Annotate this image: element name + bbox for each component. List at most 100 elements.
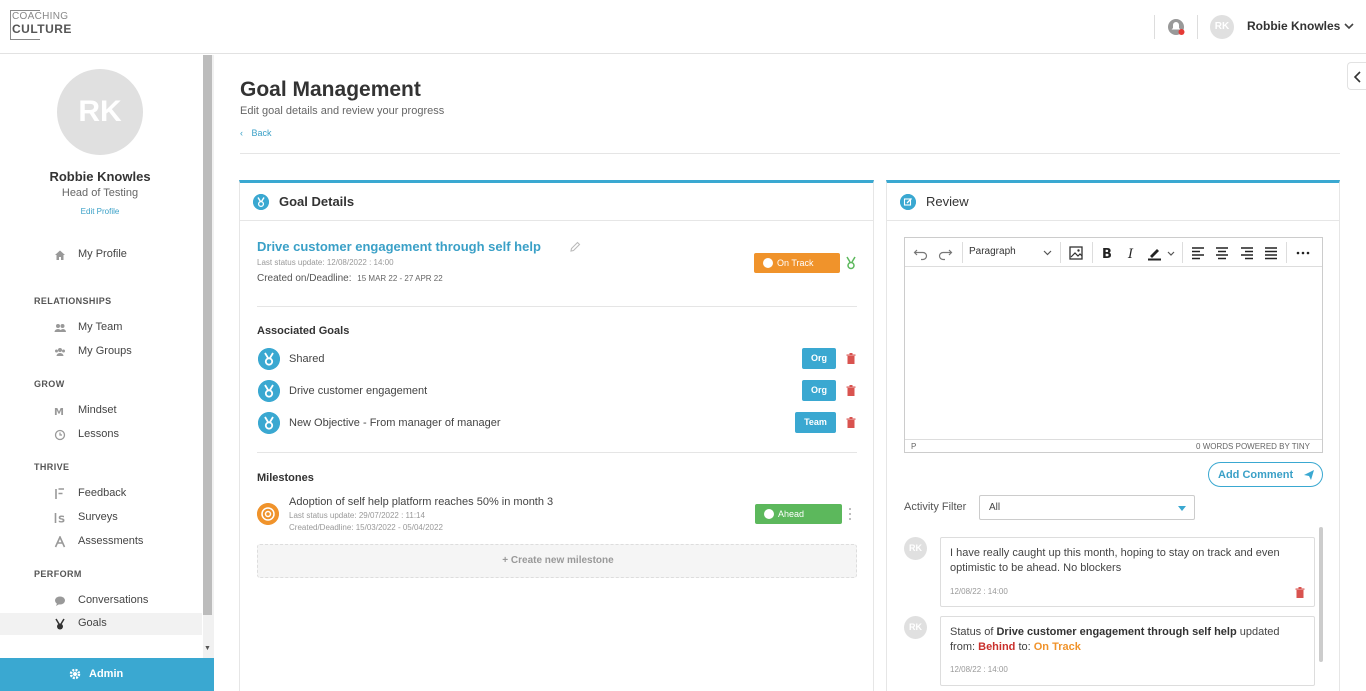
goal-created: Created on/Deadline: 15 MAR 22 - 27 APR … <box>257 273 443 284</box>
trash-icon[interactable] <box>846 353 856 364</box>
sidebar-item-lessons[interactable]: Lessons <box>0 424 202 446</box>
divider <box>257 306 857 307</box>
chevron-down-icon[interactable] <box>1343 20 1355 32</box>
associated-goal-name: Shared <box>289 353 325 365</box>
notification-bell-icon[interactable] <box>1166 17 1186 37</box>
medal-icon[interactable] <box>845 256 857 270</box>
highlight-icon[interactable] <box>1147 245 1163 261</box>
sidebar-item-label: Goals <box>78 617 107 629</box>
goal-title[interactable]: Drive customer engagement through self h… <box>257 239 541 254</box>
profile-role: Head of Testing <box>61 187 139 199</box>
created-value: 15 MAR 22 - 27 APR 22 <box>357 274 443 283</box>
goal-last-update: Last status update: 12/08/2022 : 14:00 <box>257 258 394 267</box>
align-right-icon[interactable] <box>1239 245 1255 261</box>
align-center-icon[interactable] <box>1214 245 1230 261</box>
user-avatar[interactable]: RK <box>1210 15 1234 39</box>
top-bar: COACHING CULTURE RK Robbie Knowles <box>0 0 1366 54</box>
undo-icon[interactable] <box>913 245 929 261</box>
sidebar-item-label: My Profile <box>78 248 127 260</box>
bold-icon[interactable]: B <box>1099 245 1115 261</box>
milestone-status-button[interactable]: Ahead <box>755 504 842 524</box>
associated-goal-row[interactable]: New Objective - From manager of manager … <box>257 412 857 436</box>
sidebar-item-goals[interactable]: Goals <box>0 613 202 635</box>
trash-icon[interactable] <box>846 417 856 428</box>
scroll-down-icon[interactable]: ▼ <box>204 645 211 652</box>
rich-text-editor[interactable]: Paragraph B I P 0 WORDS POWERED BY TINY <box>904 237 1323 453</box>
goal-type-badge: Team <box>795 412 836 433</box>
divider <box>1060 242 1061 263</box>
sidebar-item-mindset[interactable]: M Mindset <box>0 400 202 422</box>
activity-text: Status of Drive customer engagement thro… <box>950 625 1305 655</box>
activity-filter-select[interactable]: All <box>979 495 1195 520</box>
editor-statusbar: P 0 WORDS POWERED BY TINY <box>905 439 1322 453</box>
add-comment-button[interactable]: Add Comment <box>1208 462 1323 487</box>
card-header: Review <box>887 183 1339 221</box>
activity-to-status: On Track <box>1033 641 1081 653</box>
sidebar-item-assessments[interactable]: Assessments <box>0 531 202 553</box>
associated-goal-name: New Objective - From manager of manager <box>289 417 501 429</box>
back-label: Back <box>251 128 272 138</box>
home-icon <box>55 250 65 260</box>
align-left-icon[interactable] <box>1190 245 1206 261</box>
goal-status-button[interactable]: On Track <box>754 253 840 273</box>
divider <box>240 153 1340 154</box>
comment-card: I have really caught up this month, hopi… <box>940 537 1315 607</box>
associated-goal-row[interactable]: Drive customer engagement Org <box>257 380 857 404</box>
editor-path: P <box>911 442 917 451</box>
sidebar-item-feedback[interactable]: Feedback <box>0 483 202 505</box>
divider <box>1154 15 1155 39</box>
associated-goal-name: Drive customer engagement <box>289 385 428 397</box>
team-icon <box>54 324 66 332</box>
profile-avatar: RK <box>57 69 143 155</box>
smile-icon <box>764 509 774 519</box>
divider <box>962 242 963 263</box>
section-relationships: RELATIONSHIPS <box>34 296 112 306</box>
comment-timestamp: 12/08/22 : 14:00 <box>950 587 1008 596</box>
create-milestone-label: + Create new milestone <box>502 555 614 566</box>
sidebar-item-surveys[interactable]: S Surveys <box>0 507 202 529</box>
editor-word-count: 0 WORDS POWERED BY TINY <box>1196 442 1310 451</box>
add-comment-label: Add Comment <box>1218 469 1294 481</box>
pencil-icon[interactable] <box>570 241 581 252</box>
more-horizontal-icon[interactable] <box>1295 245 1311 261</box>
chat-icon <box>55 596 65 606</box>
back-link[interactable]: ‹ Back <box>240 128 272 138</box>
user-name[interactable]: Robbie Knowles <box>1247 19 1340 33</box>
admin-button[interactable]: Admin <box>0 658 214 691</box>
more-vertical-icon[interactable] <box>847 506 853 522</box>
activity-prefix: Status of <box>950 626 997 638</box>
associated-goal-row[interactable]: Shared Org <box>257 348 857 372</box>
create-milestone-button[interactable]: + Create new milestone <box>257 544 857 578</box>
sidebar-item-label: Assessments <box>78 535 144 547</box>
goal-type-badge: Org <box>802 380 836 401</box>
sidebar-item-my-team[interactable]: My Team <box>0 317 202 339</box>
trash-icon[interactable] <box>846 385 856 396</box>
editor-toolbar: Paragraph B I <box>905 238 1322 267</box>
sidebar-item-conversations[interactable]: Conversations <box>0 590 202 612</box>
image-icon[interactable] <box>1068 245 1084 261</box>
chevron-down-icon[interactable] <box>1043 248 1052 257</box>
status-label: Ahead <box>778 509 805 519</box>
trash-icon[interactable] <box>1295 587 1305 598</box>
milestone-last-update: Last status update: 29/07/2022 : 11:14 <box>289 511 425 520</box>
sidebar-item-my-profile[interactable]: My Profile <box>0 244 202 266</box>
activity-goal[interactable]: Drive customer engagement through self h… <box>996 626 1236 638</box>
coaching-culture-logo[interactable]: COACHING CULTURE <box>10 10 72 42</box>
redo-icon[interactable] <box>937 245 953 261</box>
activity-filter-value: All <box>989 502 1001 513</box>
edit-profile-link[interactable]: Edit Profile <box>0 207 200 216</box>
chevron-down-icon[interactable] <box>1166 245 1176 261</box>
status-label: On Track <box>777 258 814 268</box>
sidebar-scrollbar-thumb[interactable] <box>203 55 212 615</box>
collapse-panel-button[interactable] <box>1347 62 1366 90</box>
sidebar-item-my-groups[interactable]: My Groups <box>0 341 202 363</box>
align-justify-icon[interactable] <box>1263 245 1279 261</box>
medal-icon <box>253 194 269 210</box>
activity-timestamp: 12/08/22 : 14:00 <box>950 665 1008 674</box>
medal-icon <box>258 412 280 434</box>
paragraph-format-select[interactable]: Paragraph <box>969 246 1016 257</box>
milestone-title[interactable]: Adoption of self help platform reaches 5… <box>289 496 553 508</box>
italic-icon[interactable]: I <box>1123 245 1139 261</box>
caret-down-icon <box>1178 506 1186 511</box>
activity-scrollbar[interactable] <box>1319 527 1323 662</box>
